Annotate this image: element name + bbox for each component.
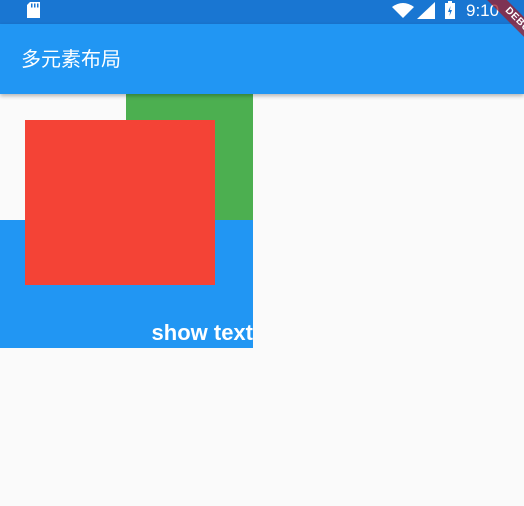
sd-card-icon (27, 2, 40, 18)
debug-banner-label: DEBUG (479, 0, 524, 60)
show-text-label: show text (151, 320, 253, 345)
battery-icon (445, 1, 455, 19)
red-container (25, 120, 215, 285)
signal-icon (417, 2, 435, 19)
app-screen: 9:10 多元素布局 DEBUG show text (0, 0, 524, 506)
stack-layout: show text (0, 94, 253, 348)
wifi-icon (392, 3, 414, 18)
app-bar-title: 多元素布局 (21, 47, 121, 71)
status-bar: 9:10 (0, 0, 524, 24)
app-bar: 多元素布局 (0, 24, 524, 94)
debug-banner: DEBUG (464, 0, 524, 60)
